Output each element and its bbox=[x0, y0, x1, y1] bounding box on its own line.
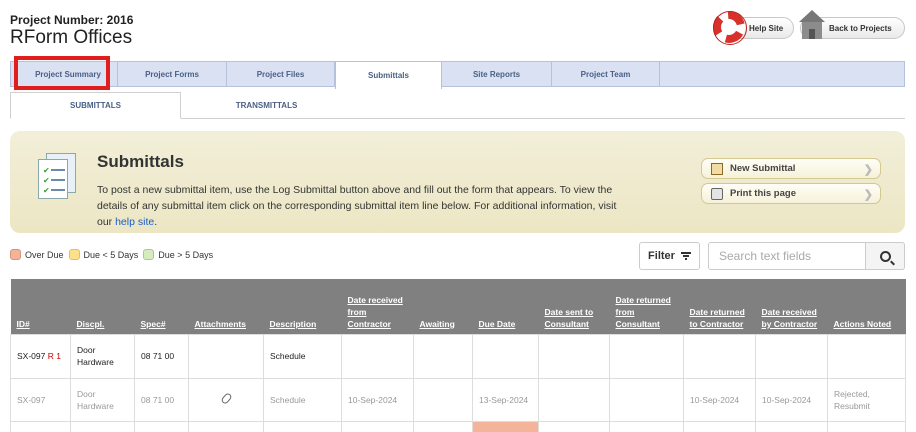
col-date-returned-from-consultant[interactable]: Date returned from Consultant bbox=[609, 279, 684, 334]
back-to-projects-label: Back to Projects bbox=[829, 23, 892, 33]
col-date-received-by-contractor[interactable]: Date received by Contractor bbox=[755, 279, 828, 334]
cell-returned-from bbox=[609, 333, 684, 379]
cell-due bbox=[472, 333, 539, 379]
col-date-received-from-contractor[interactable]: Date received from Contractor bbox=[341, 279, 414, 334]
tab-site-reports[interactable]: Site Reports bbox=[442, 62, 552, 87]
search-icon bbox=[879, 250, 891, 262]
col-due-date[interactable]: Due Date bbox=[472, 279, 539, 334]
project-number: Project Number: 2016 bbox=[10, 13, 134, 27]
cell-due-overdue bbox=[472, 420, 539, 432]
col-awaiting[interactable]: Awaiting bbox=[413, 279, 473, 334]
sub-tabs: SUBMITTALS TRANSMITTALS bbox=[10, 92, 905, 119]
print-page-button[interactable]: Print this page ❯ bbox=[701, 183, 881, 204]
banner-title: Submittals bbox=[97, 152, 184, 171]
table-header-row: ID# Discpl. Spec# Attachments Descriptio… bbox=[10, 279, 906, 334]
cell-actions: Rejected, Resubmit bbox=[827, 377, 906, 422]
col-id[interactable]: ID# bbox=[10, 279, 71, 334]
cell-sent bbox=[538, 377, 610, 422]
cell-id: SX-097 bbox=[10, 377, 71, 422]
subtab-transmittals[interactable]: TRANSMITTALS bbox=[181, 92, 352, 119]
help-site-label: Help Site bbox=[749, 23, 784, 33]
legend-over-due: Over Due bbox=[10, 249, 64, 260]
chevron-right-icon: ❯ bbox=[863, 164, 873, 176]
cell-discipline: Door Hardware bbox=[70, 333, 135, 379]
cell-spec: 08 71 00 bbox=[134, 333, 189, 379]
table-row[interactable]: SX-097 Door Hardware 08 71 00 Schedule 1… bbox=[10, 377, 906, 422]
submittals-table: ID# Discpl. Spec# Attachments Descriptio… bbox=[10, 279, 906, 432]
house-icon bbox=[799, 10, 825, 40]
cell-returned-to bbox=[683, 333, 756, 379]
chevron-right-icon: ❯ bbox=[863, 189, 873, 201]
banner-description: To post a new submittal item, use the Lo… bbox=[97, 184, 617, 228]
cell-actions bbox=[827, 333, 906, 379]
col-discipline[interactable]: Discpl. bbox=[70, 279, 135, 334]
cell-returned-from bbox=[609, 377, 684, 422]
status-legend: Over Due Due < 5 Days Due > 5 Days bbox=[10, 249, 218, 260]
new-submittal-button[interactable]: New Submittal ❯ bbox=[701, 158, 881, 179]
subtab-submittals[interactable]: SUBMITTALS bbox=[10, 92, 181, 119]
revision-badge: R 1 bbox=[47, 351, 61, 361]
legend-due-lt-5: Due < 5 Days bbox=[68, 249, 138, 260]
cell-received: 10-Sep-2024 bbox=[341, 377, 414, 422]
cell-sent bbox=[538, 333, 610, 379]
filter-label: Filter bbox=[648, 250, 675, 262]
filter-button[interactable]: Filter bbox=[639, 242, 700, 270]
help-site-button[interactable]: Help Site bbox=[713, 11, 794, 45]
col-date-sent-to-consultant[interactable]: Date sent to Consultant bbox=[538, 279, 610, 334]
filter-icon bbox=[680, 252, 691, 260]
col-date-returned-to-contractor[interactable]: Date returned to Contractor bbox=[683, 279, 756, 334]
cell-discipline: Door Hardware bbox=[70, 377, 135, 422]
checklist-documents-icon: ✔ ✔ ✔ bbox=[38, 153, 76, 199]
tab-project-forms[interactable]: Project Forms bbox=[118, 62, 227, 87]
tab-project-summary[interactable]: Project Summary bbox=[19, 62, 118, 87]
paperclip-icon[interactable] bbox=[219, 391, 233, 405]
cell-received-by: 10-Sep-2024 bbox=[755, 377, 828, 422]
cell-id: SX-097 R 1 bbox=[10, 333, 71, 379]
tab-project-team[interactable]: Project Team bbox=[552, 62, 660, 87]
main-tabs: Project Summary Project Forms Project Fi… bbox=[10, 61, 905, 89]
search-input[interactable] bbox=[708, 242, 866, 270]
cell-attachments bbox=[188, 333, 264, 379]
table-row[interactable]: SX-097 R 1 Door Hardware 08 71 00 Schedu… bbox=[10, 333, 906, 379]
col-spec[interactable]: Spec# bbox=[134, 279, 189, 334]
cell-attachments bbox=[188, 377, 264, 422]
help-site-link[interactable]: help site bbox=[115, 216, 154, 228]
cell-received-by bbox=[755, 333, 828, 379]
col-attachments[interactable]: Attachments bbox=[188, 279, 264, 334]
lifebuoy-icon bbox=[713, 11, 747, 45]
new-submittal-label: New Submittal bbox=[730, 163, 796, 174]
cell-description: Schedule bbox=[263, 333, 342, 379]
search-button[interactable] bbox=[866, 242, 905, 270]
legend-due-gt-5: Due > 5 Days bbox=[143, 249, 213, 260]
cell-due: 13-Sep-2024 bbox=[472, 377, 539, 422]
table-row[interactable] bbox=[10, 420, 906, 432]
printer-icon bbox=[711, 188, 723, 200]
cell-awaiting bbox=[413, 333, 473, 379]
col-actions-noted[interactable]: Actions Noted bbox=[827, 279, 906, 334]
tab-project-files[interactable]: Project Files bbox=[227, 62, 335, 87]
project-name: RForm Offices bbox=[10, 27, 133, 48]
cell-returned-to: 10-Sep-2024 bbox=[683, 377, 756, 422]
print-page-label: Print this page bbox=[730, 188, 796, 199]
cell-received bbox=[341, 333, 414, 379]
cell-description: Schedule bbox=[263, 377, 342, 422]
cell-awaiting bbox=[413, 377, 473, 422]
cell-spec: 08 71 00 bbox=[134, 377, 189, 422]
info-banner: ✔ ✔ ✔ Submittals To post a new submittal… bbox=[10, 131, 905, 233]
tab-submittals[interactable]: Submittals bbox=[335, 62, 442, 89]
back-to-projects-button[interactable]: Back to Projects bbox=[799, 10, 905, 39]
clipboard-icon bbox=[711, 163, 723, 175]
col-description[interactable]: Description bbox=[263, 279, 342, 334]
